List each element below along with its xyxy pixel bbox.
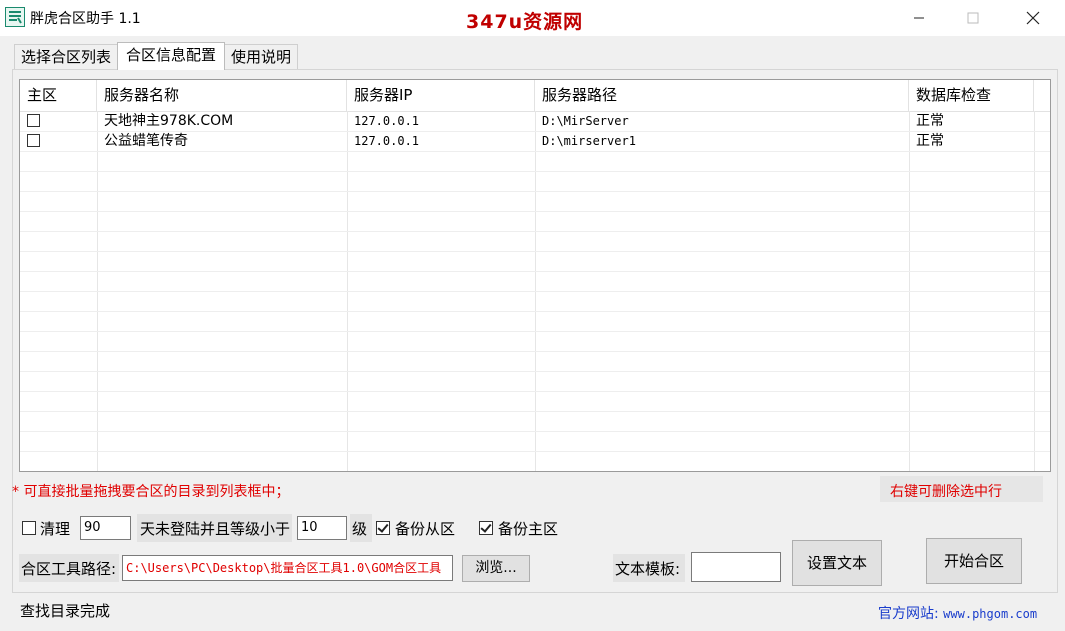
server-path-cell: D:\mirserver1: [542, 134, 636, 148]
grid-row-line: [20, 231, 1050, 232]
inactive-days-label: 天未登陆并且等级小于: [140, 520, 291, 538]
server-path-cell: D:\MirServer: [542, 114, 629, 128]
column-header-ip[interactable]: 服务器IP: [347, 80, 535, 111]
grid-row-line: [20, 291, 1050, 292]
server-name-cell: 天地神主978K.COM: [104, 113, 234, 129]
column-header-path[interactable]: 服务器路径: [535, 80, 909, 111]
set-text-button[interactable]: 设置文本: [792, 540, 882, 586]
clean-label: 清理: [40, 520, 71, 538]
template-input[interactable]: [691, 552, 781, 582]
minimize-button[interactable]: [896, 0, 942, 36]
grid-row-line: [20, 151, 1050, 152]
grid-row-line: [20, 431, 1050, 432]
grid-row-line: [20, 371, 1050, 372]
grid-row-line: [20, 211, 1050, 212]
main-zone-checkbox[interactable]: [27, 114, 40, 127]
db-check-cell: 正常: [916, 133, 944, 149]
column-header-name[interactable]: 服务器名称: [97, 80, 347, 111]
server-list[interactable]: 主区 服务器名称 服务器IP 服务器路径 数据库检查 天地神主978K.COM …: [19, 79, 1051, 472]
tool-path-input[interactable]: C:\Users\PC\Desktop\批量合区工具1.0\GOM合区工具: [122, 555, 453, 581]
table-row[interactable]: 天地神主978K.COM 127.0.0.1 D:\MirServer 正常: [20, 111, 1050, 131]
server-name-cell: 公益蜡笔传奇: [104, 133, 188, 149]
grid-row-line: [20, 391, 1050, 392]
start-merge-button[interactable]: 开始合区: [926, 538, 1022, 584]
title-bar: 胖虎合区助手 1.1 347u资源网: [0, 0, 1065, 36]
tab-instructions[interactable]: 使用说明: [224, 44, 298, 69]
table-row[interactable]: 公益蜡笔传奇 127.0.0.1 D:\mirserver1 正常: [20, 131, 1050, 151]
grid-row-line: [20, 311, 1050, 312]
grid-row-line: [20, 411, 1050, 412]
backup-slave-label: 备份从区: [395, 520, 456, 538]
column-header-db[interactable]: 数据库检查: [909, 80, 1034, 111]
days-input[interactable]: 90: [80, 516, 131, 540]
maximize-button[interactable]: [950, 0, 996, 36]
template-label: 文本模板:: [615, 560, 681, 578]
window-title: 胖虎合区助手 1.1: [30, 11, 141, 27]
minimize-icon: [914, 17, 924, 19]
grid-row-line: [20, 451, 1050, 452]
server-ip-cell: 127.0.0.1: [354, 114, 420, 128]
server-ip-cell: 127.0.0.1: [354, 134, 420, 148]
backup-main-checkbox[interactable]: [479, 521, 493, 535]
list-header: 主区 服务器名称 服务器IP 服务器路径 数据库检查: [20, 80, 1050, 112]
db-check-cell: 正常: [916, 113, 944, 129]
grid-row-line: [20, 351, 1050, 352]
drag-hint-text: * 可直接批量拖拽要合区的目录到列表框中；: [12, 484, 290, 500]
backup-slave-checkbox[interactable]: [376, 521, 390, 535]
backup-main-label: 备份主区: [498, 520, 559, 538]
grid-row-line: [20, 331, 1050, 332]
close-icon: [1026, 11, 1040, 25]
watermark-logo: 347u资源网: [466, 11, 584, 33]
browse-button[interactable]: 浏览...: [462, 555, 530, 582]
site-url[interactable]: www.phgom.com: [943, 607, 1037, 621]
maximize-icon: [967, 12, 979, 24]
official-site-link[interactable]: 官方网站: www.phgom.com: [878, 603, 1037, 623]
level-unit-label: 级: [352, 520, 368, 538]
grid-row-line: [20, 471, 1051, 472]
close-button[interactable]: [1010, 0, 1056, 36]
clean-checkbox[interactable]: [22, 521, 36, 535]
grid-row-line: [20, 171, 1050, 172]
tab-merge-config[interactable]: 合区信息配置: [117, 42, 225, 70]
tab-select-list[interactable]: 选择合区列表: [14, 44, 118, 69]
grid-row-line: [20, 191, 1050, 192]
grid-row-line: [20, 271, 1050, 272]
tool-path-label: 合区工具路径:: [21, 560, 117, 578]
grid-row-line: [20, 251, 1050, 252]
site-label: 官方网站:: [878, 606, 939, 622]
column-header-main[interactable]: 主区: [20, 80, 97, 111]
right-click-hint-text: 右键可删除选中行: [890, 484, 1002, 500]
app-logo-icon: [5, 7, 25, 27]
status-text: 查找目录完成: [20, 602, 111, 620]
main-zone-checkbox[interactable]: [27, 134, 40, 147]
level-input[interactable]: 10: [297, 516, 347, 540]
